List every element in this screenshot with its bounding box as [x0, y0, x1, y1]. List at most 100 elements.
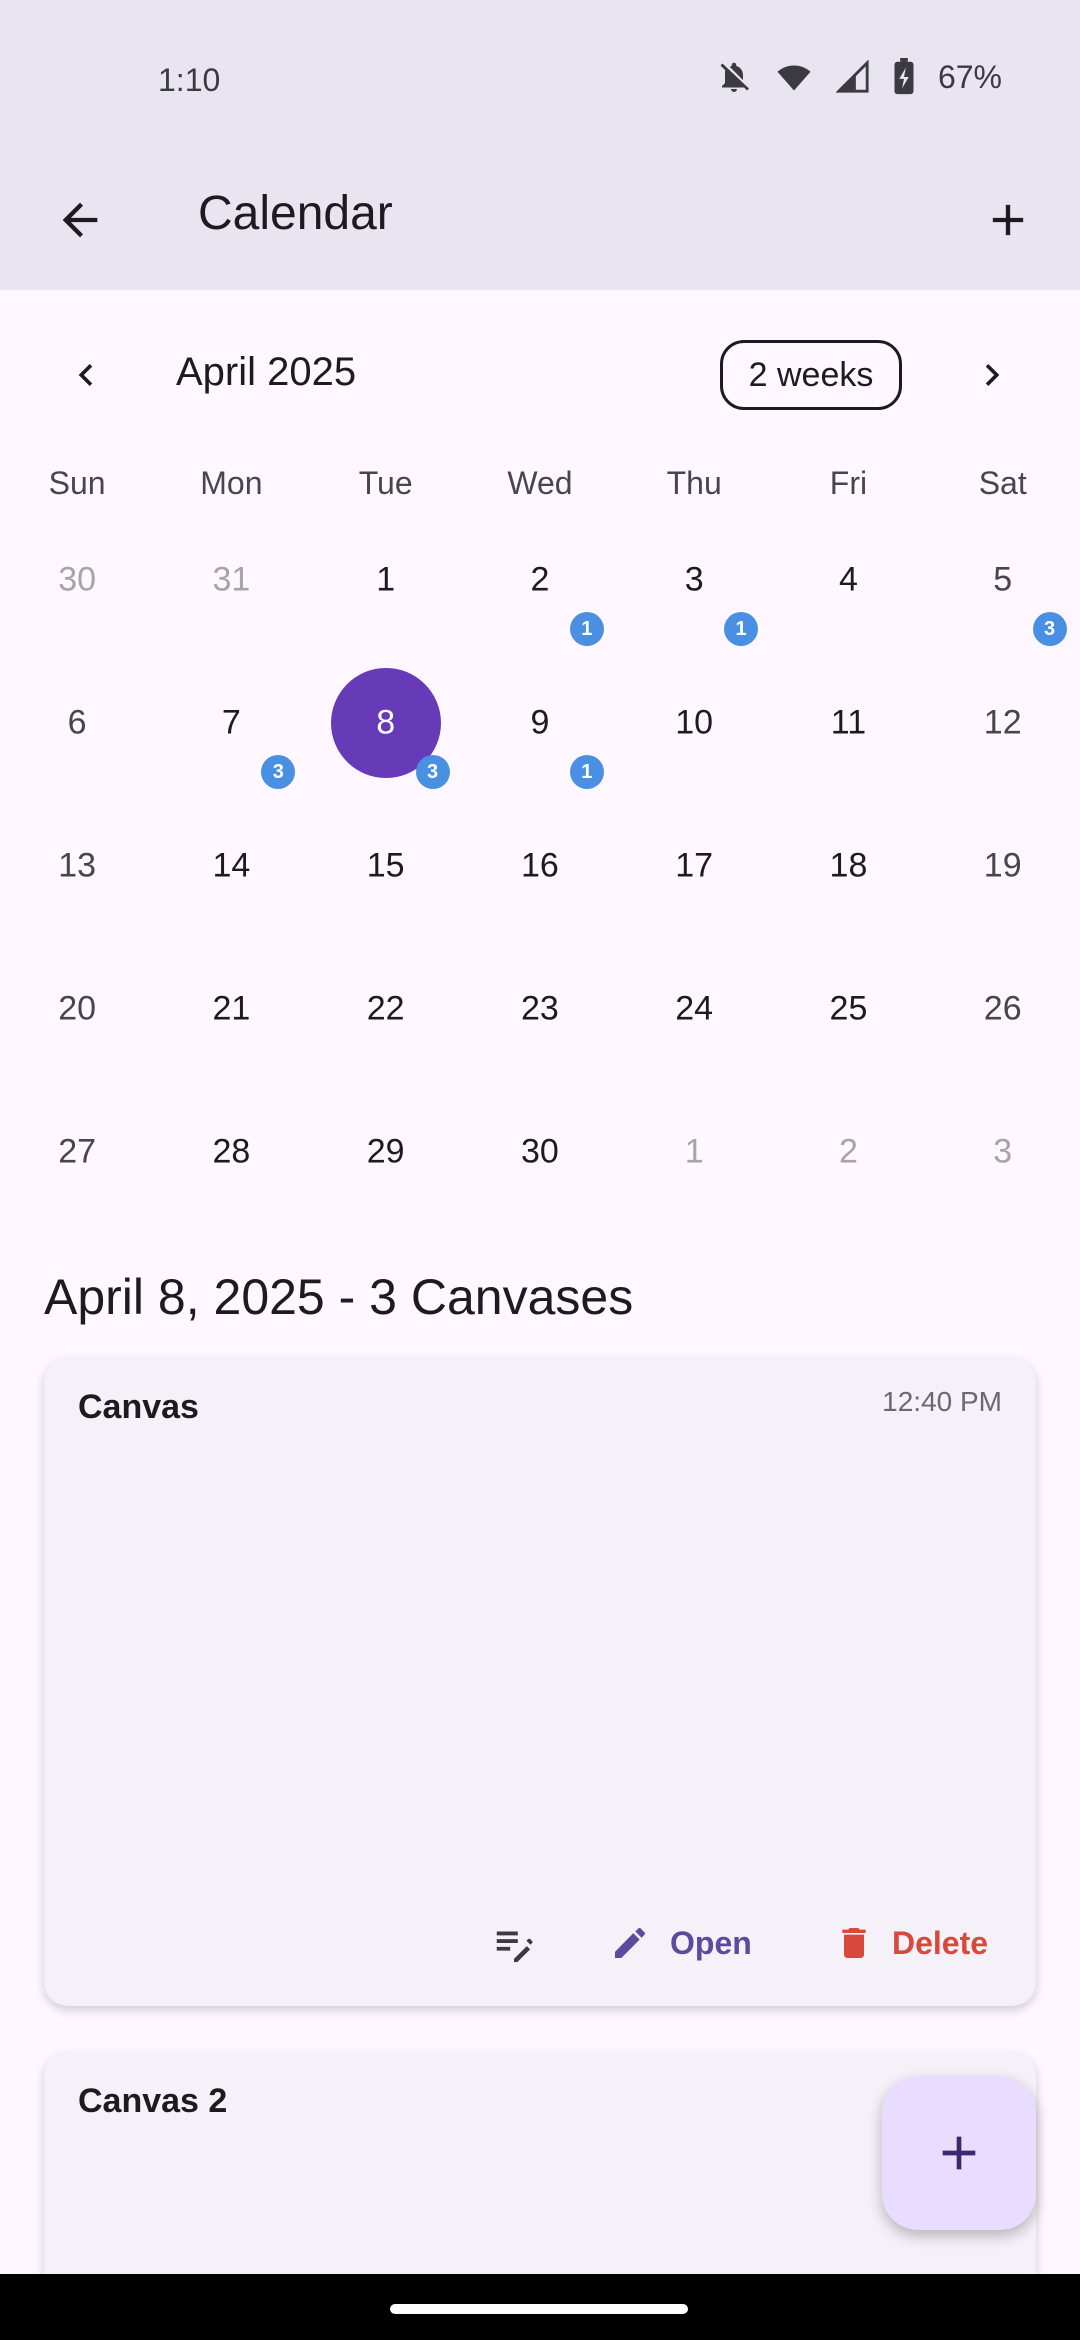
- day-number: 20: [58, 989, 97, 1028]
- day-number: 8: [376, 703, 396, 742]
- next-month-button[interactable]: [962, 345, 1022, 405]
- battery-charging-icon: [892, 58, 916, 96]
- calendar-day[interactable]: 26: [926, 965, 1080, 1108]
- calendar-day[interactable]: 91: [463, 679, 617, 822]
- calendar-day[interactable]: 10: [617, 679, 771, 822]
- rename-button[interactable]: [484, 1913, 544, 1973]
- weekday-label: Fri: [829, 465, 868, 501]
- day-number: 13: [58, 846, 97, 885]
- calendar-screen: 1:10 67% Calendar April 2025 2 weeks Sun…: [0, 0, 1080, 2340]
- calendar-day[interactable]: 31: [154, 536, 308, 679]
- event-count-badge: 1: [724, 612, 759, 646]
- weekday-label: Tue: [358, 465, 413, 501]
- canvas-actions: Open Delete: [44, 1908, 1036, 1978]
- signal-icon: [835, 60, 870, 94]
- status-bar: 1:10 67%: [0, 0, 1080, 150]
- calendar-day[interactable]: 18: [771, 822, 925, 965]
- calendar-day[interactable]: 22: [309, 965, 463, 1108]
- open-button[interactable]: Open: [610, 1913, 752, 1973]
- edit-note-icon: [496, 1931, 533, 1963]
- event-count-badge: 3: [261, 755, 296, 789]
- day-number: 17: [675, 846, 714, 885]
- day-number: 29: [366, 1132, 405, 1171]
- system-nav-bar: [0, 2274, 1080, 2340]
- status-icons: 67%: [716, 58, 1002, 96]
- calendar-week-row: 27 28 29 30 1 2 3: [0, 1108, 1080, 1251]
- weekday-label: Wed: [507, 465, 573, 501]
- delete-button[interactable]: Delete: [834, 1913, 988, 1973]
- calendar-day[interactable]: 73: [154, 679, 308, 822]
- day-number: 15: [366, 846, 405, 885]
- add-icon: [992, 204, 1024, 236]
- day-number: 24: [675, 989, 714, 1028]
- calendar-week-row: 13 14 15 16 17 18 19: [0, 822, 1080, 965]
- calendar-format-button[interactable]: 2 weeks: [720, 340, 902, 410]
- calendar-day[interactable]: 11: [771, 679, 925, 822]
- event-count-badge: 3: [415, 755, 450, 789]
- calendar-day[interactable]: 6: [0, 679, 154, 822]
- weekday-header-row: Sun Mon Tue Wed Thu Fri Sat: [0, 465, 1080, 515]
- calendar-day[interactable]: 16: [463, 822, 617, 965]
- calendar-day[interactable]: 15: [309, 822, 463, 965]
- calendar-day[interactable]: 25: [771, 965, 925, 1108]
- calendar-day[interactable]: 21: [154, 965, 308, 1108]
- month-header: April 2025 2 weeks: [0, 330, 1080, 420]
- day-number: 19: [983, 846, 1022, 885]
- day-number: 26: [983, 989, 1022, 1028]
- chevron-right-icon: [985, 364, 1000, 386]
- calendar-day[interactable]: 23: [463, 965, 617, 1108]
- chevron-left-icon: [78, 364, 93, 386]
- arrow-back-icon: [62, 202, 98, 238]
- calendar-day[interactable]: 28: [154, 1108, 308, 1251]
- calendar-day[interactable]: 19: [926, 822, 1080, 965]
- day-number: 30: [521, 1132, 559, 1171]
- calendar-week-row: 30 31 1 2 1 3 1 4 5 3: [0, 536, 1080, 679]
- event-count-badge: 3: [1032, 612, 1067, 646]
- day-number: 14: [212, 846, 251, 885]
- calendar-day[interactable]: 31: [617, 536, 771, 679]
- add-fab[interactable]: [882, 2076, 1036, 2230]
- day-number: 22: [366, 989, 405, 1028]
- calendar-day[interactable]: 29: [309, 1108, 463, 1251]
- calendar-day[interactable]: 30: [0, 536, 154, 679]
- day-number: 2: [838, 1132, 858, 1171]
- day-number: 18: [829, 846, 868, 885]
- day-number: 23: [521, 989, 559, 1028]
- bell-off-icon: [716, 59, 752, 95]
- weekday-label: Thu: [666, 465, 722, 501]
- calendar-week-row: 20 21 22 23 24 25 26: [0, 965, 1080, 1108]
- calendar-day[interactable]: 27: [0, 1108, 154, 1251]
- calendar-day[interactable]: 21: [463, 536, 617, 679]
- calendar-day[interactable]: 24: [617, 965, 771, 1108]
- day-number: 2: [530, 560, 550, 599]
- calendar-day[interactable]: 14: [154, 822, 308, 965]
- calendar-day[interactable]: 4: [771, 536, 925, 679]
- calendar-day[interactable]: 30: [463, 1108, 617, 1251]
- open-label: Open: [670, 1924, 752, 1961]
- calendar-day[interactable]: 1: [309, 536, 463, 679]
- previous-month-button[interactable]: [56, 345, 116, 405]
- calendar-day[interactable]: 17: [617, 822, 771, 965]
- canvas-card[interactable]: Canvas 12:40 PM Open Delete: [44, 1358, 1036, 2006]
- day-number: 31: [212, 560, 251, 599]
- calendar-day-selected[interactable]: 83: [309, 668, 463, 822]
- day-number: 4: [838, 560, 858, 599]
- day-number: 7: [221, 703, 241, 742]
- calendar-day[interactable]: 13: [0, 822, 154, 965]
- home-gesture-handle[interactable]: [390, 2304, 688, 2314]
- app-bar: Calendar: [0, 150, 1080, 290]
- calendar-day[interactable]: 12: [926, 679, 1080, 822]
- calendar-day[interactable]: 1: [617, 1108, 771, 1251]
- day-number: 12: [983, 703, 1022, 742]
- add-canvas-button[interactable]: [968, 180, 1048, 260]
- day-number: 30: [58, 560, 97, 599]
- day-number: 11: [830, 703, 867, 742]
- pencil-icon: [615, 1928, 645, 1958]
- calendar-day[interactable]: 20: [0, 965, 154, 1108]
- status-time: 1:10: [158, 62, 221, 98]
- back-button[interactable]: [40, 180, 120, 260]
- calendar-day[interactable]: 2: [771, 1108, 925, 1251]
- calendar-day[interactable]: 3: [926, 1108, 1080, 1251]
- calendar-week-row: 6 7 3 8 3 9 1 10 11 12: [0, 668, 1080, 822]
- calendar-day[interactable]: 53: [926, 536, 1080, 679]
